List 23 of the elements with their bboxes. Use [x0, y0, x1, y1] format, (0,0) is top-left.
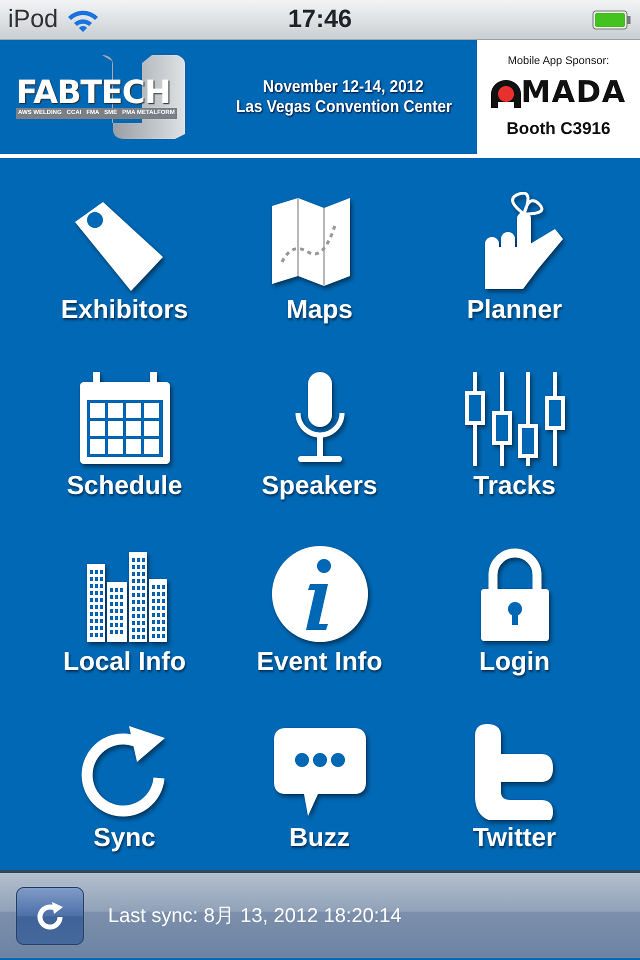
- menu-tile[interactable]: Sync: [27, 688, 222, 864]
- sponsor-logo: MADA: [490, 78, 626, 108]
- menu-tile[interactable]: Login: [417, 512, 612, 688]
- wifi-icon: [66, 8, 100, 32]
- booth-number: Booth C3916: [506, 118, 610, 140]
- clock-time: 17:46: [288, 4, 352, 35]
- menu-tile[interactable]: Planner: [417, 160, 612, 336]
- menu-tile[interactable]: Tracks: [417, 336, 612, 512]
- event-venue: Las Vegas Convention Center: [236, 97, 452, 117]
- sync-button[interactable]: [16, 886, 84, 944]
- carrier-name: iPod: [8, 4, 58, 35]
- menu-tile[interactable]: Exhibitors: [27, 160, 222, 336]
- menu-tile[interactable]: Maps: [222, 160, 417, 336]
- sponsor-caption: Mobile App Sponsor:: [508, 54, 610, 69]
- menu-tile[interactable]: Event Info: [222, 512, 417, 688]
- menu-tile[interactable]: Speakers: [222, 336, 417, 512]
- menu-tile[interactable]: Local Info: [27, 512, 222, 688]
- event-dates: November 12-14, 2012: [263, 77, 424, 97]
- last-sync-text: Last sync: 8月 13, 2012 18:20:14: [108, 904, 402, 928]
- battery-icon: [592, 8, 632, 30]
- menu-tile[interactable]: Buzz: [222, 688, 417, 864]
- menu-tile[interactable]: Schedule: [27, 336, 222, 512]
- menu-tile[interactable]: Twitter: [417, 688, 612, 864]
